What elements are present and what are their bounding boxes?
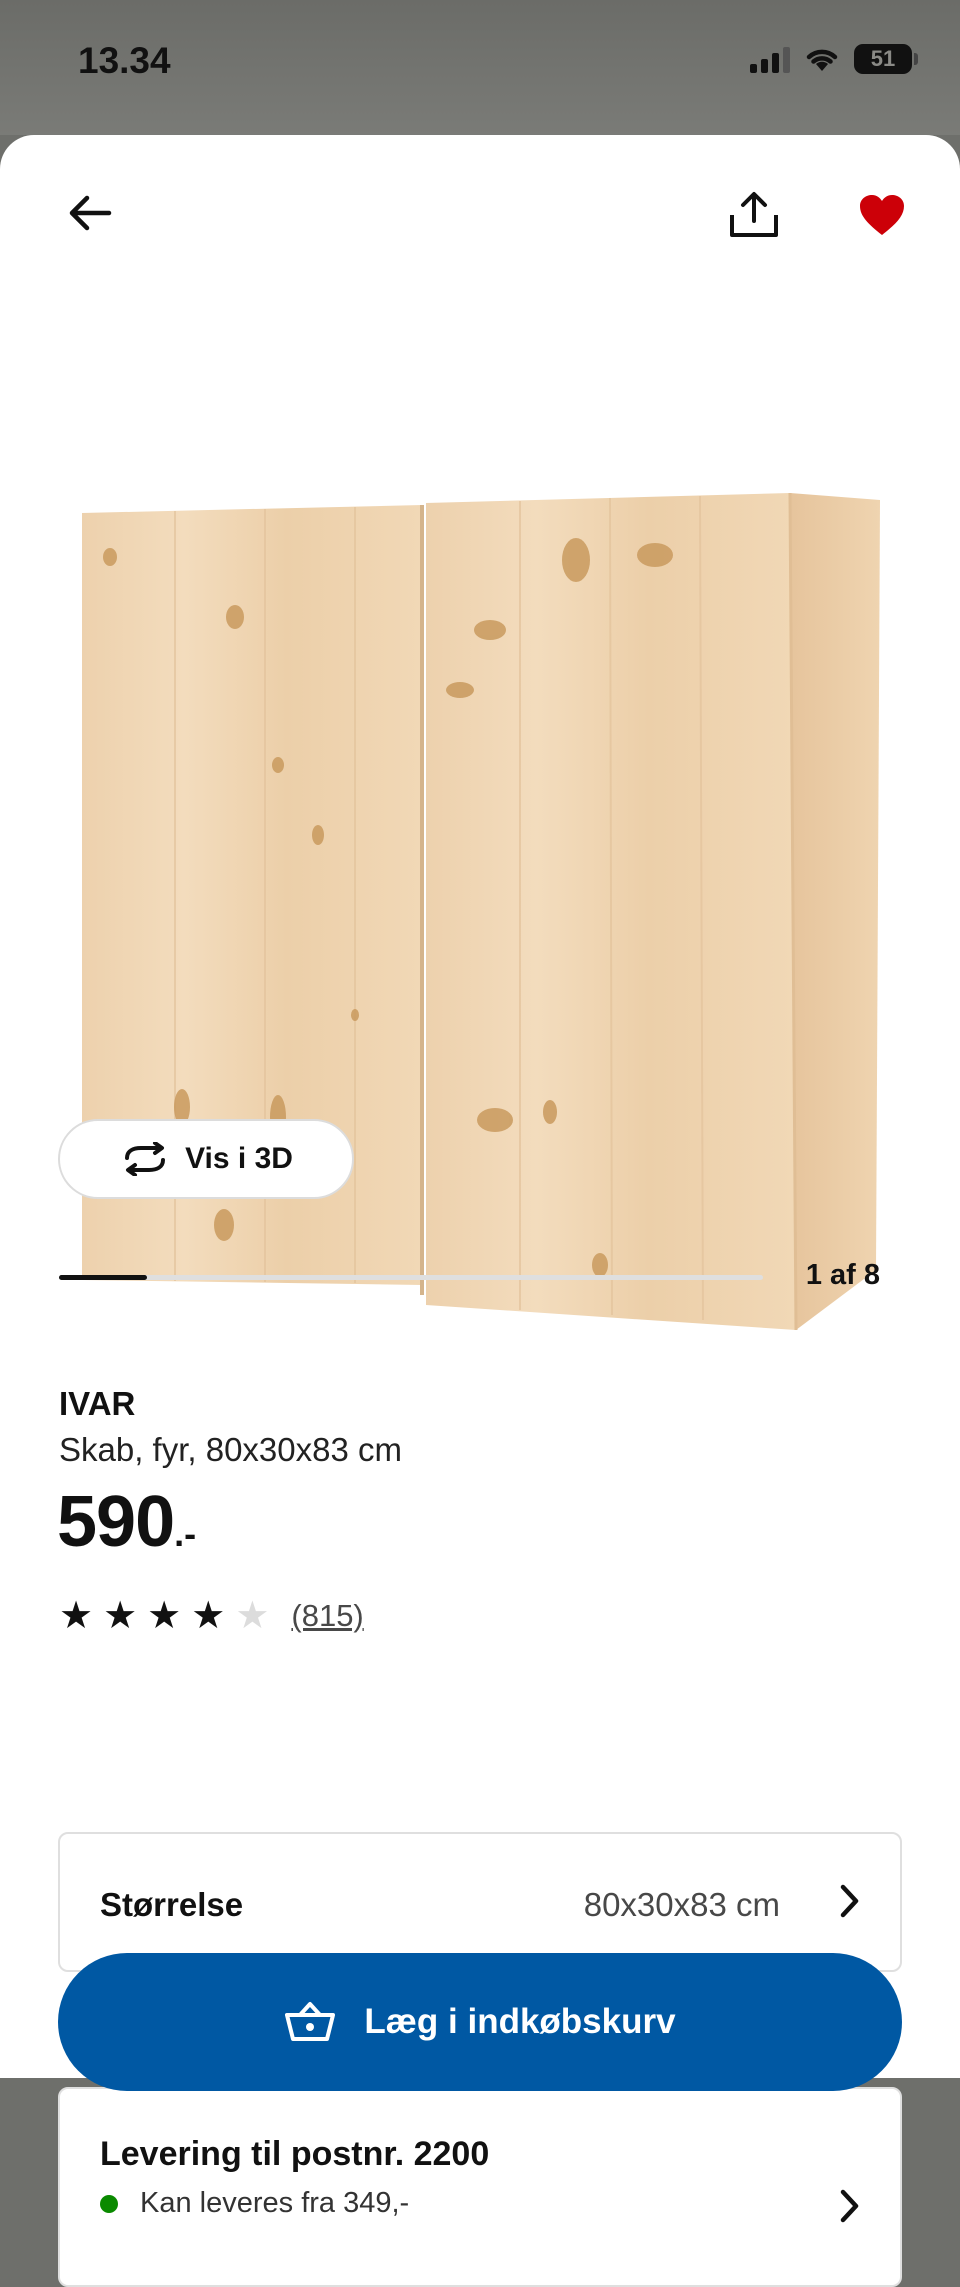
delivery-status: Kan leveres fra 349,- xyxy=(100,2187,409,2220)
stock-status-dot xyxy=(100,2194,118,2213)
product-price: 590.- xyxy=(57,1481,196,1563)
signal-icon xyxy=(750,45,790,73)
size-value: 80x30x83 cm xyxy=(583,1886,780,1923)
delivery-status-text: Kan leveres fra 349,- xyxy=(140,2187,410,2219)
product-name: IVAR xyxy=(59,1385,136,1422)
product-sheet: Vis i 3D 1 af 8 IVAR Skab, fyr, 80x30x83… xyxy=(0,135,960,2287)
add-to-cart-button[interactable]: Læg i indkøbskurv xyxy=(58,1953,902,2091)
basket-icon xyxy=(285,2002,336,2041)
gallery-progress-fill xyxy=(59,1275,147,1280)
product-description: Skab, fyr, 80x30x83 cm xyxy=(59,1431,403,1468)
heart-icon xyxy=(860,195,904,235)
star-filled-icon: ★ xyxy=(103,1595,138,1637)
favorite-button[interactable] xyxy=(850,183,914,247)
star-filled-icon: ★ xyxy=(191,1595,226,1637)
delivery-panel[interactable]: Levering til postnr. 2200 Kan leveres fr… xyxy=(58,2087,902,2287)
share-icon xyxy=(730,192,778,237)
status-bar: 13.34 51 xyxy=(0,0,960,135)
status-icons: 51 xyxy=(750,44,918,74)
delivery-title: Levering til postnr. 2200 xyxy=(100,2135,490,2173)
rotate-3d-icon xyxy=(125,1142,166,1176)
size-selector[interactable]: Størrelse 80x30x83 cm xyxy=(58,1832,902,1972)
rating-stars: ★ ★ ★ ★ ★ xyxy=(59,1597,269,1635)
share-button[interactable] xyxy=(722,183,786,247)
add-to-cart-label: Læg i indkøbskurv xyxy=(364,2002,676,2041)
wifi-icon xyxy=(806,49,838,71)
price-suffix: .- xyxy=(174,1513,197,1554)
gallery-counter: 1 af 8 xyxy=(805,1259,880,1291)
review-count-link[interactable]: (815) xyxy=(291,1598,363,1634)
back-button[interactable] xyxy=(60,183,120,243)
star-empty-icon: ★ xyxy=(235,1595,270,1637)
star-filled-icon: ★ xyxy=(59,1595,94,1637)
product-rating[interactable]: ★ ★ ★ ★ ★ (815) xyxy=(59,1597,364,1635)
price-main: 590 xyxy=(57,1482,175,1562)
chevron-right-icon xyxy=(840,2189,859,2223)
star-filled-icon: ★ xyxy=(147,1595,182,1637)
size-label: Størrelse xyxy=(100,1886,244,1923)
view-3d-label: Vis i 3D xyxy=(185,1142,293,1175)
chevron-right-icon xyxy=(840,1884,859,1918)
battery-level: 51 xyxy=(870,46,896,71)
back-arrow-icon xyxy=(69,195,112,231)
view-3d-button[interactable]: Vis i 3D xyxy=(58,1119,354,1199)
status-time: 13.34 xyxy=(78,40,171,81)
gallery-progress xyxy=(59,1275,763,1280)
battery-icon: 51 xyxy=(854,44,918,74)
